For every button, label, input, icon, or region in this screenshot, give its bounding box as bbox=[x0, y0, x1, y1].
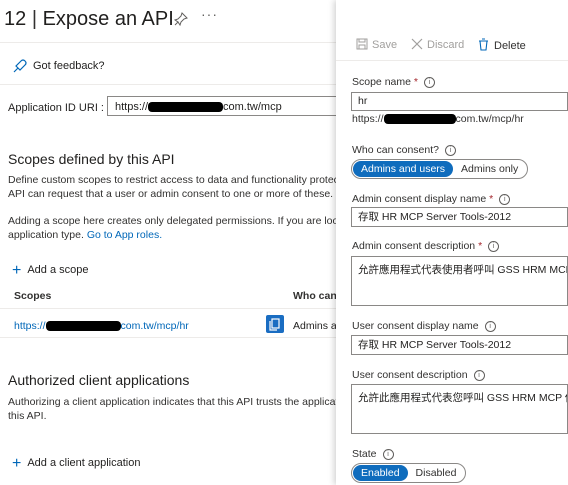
divider bbox=[0, 337, 336, 338]
title-text: Expose an API bbox=[42, 8, 174, 30]
user-desc-label-text: User consent description bbox=[352, 369, 468, 381]
state-toggle[interactable]: Enabled Disabled bbox=[351, 463, 467, 483]
save-button[interactable]: Save bbox=[356, 38, 397, 51]
divider bbox=[0, 84, 336, 85]
copy-icon[interactable] bbox=[266, 315, 284, 333]
discard-button[interactable]: Discard bbox=[411, 38, 464, 51]
option-enabled[interactable]: Enabled bbox=[353, 465, 408, 481]
redacted-block bbox=[45, 321, 121, 332]
scopes-desc-line1: Define custom scopes to restrict access … bbox=[8, 174, 342, 186]
scope-name-label-text: Scope name bbox=[352, 76, 411, 88]
option-disabled[interactable]: Disabled bbox=[408, 465, 465, 481]
more-options-icon[interactable]: ··· bbox=[201, 6, 218, 22]
pin-icon[interactable] bbox=[173, 12, 188, 27]
info-icon[interactable]: i bbox=[444, 145, 456, 156]
info-icon[interactable]: i bbox=[488, 241, 500, 252]
required-marker: * bbox=[478, 240, 483, 252]
option-admins-only[interactable]: Admins only bbox=[453, 161, 526, 177]
delete-label: Delete bbox=[494, 40, 526, 52]
required-marker: * bbox=[413, 76, 418, 88]
add-client-label: Add a client application bbox=[27, 457, 141, 469]
plus-icon: + bbox=[12, 455, 22, 472]
info-icon[interactable]: i bbox=[423, 77, 435, 88]
scope-url-suffix: com.tw/mcp/hr bbox=[455, 113, 524, 125]
divider bbox=[336, 60, 568, 61]
feedback-link[interactable]: Got feedback? bbox=[33, 60, 105, 72]
info-icon[interactable]: i bbox=[382, 449, 394, 460]
delete-button[interactable]: Delete bbox=[478, 38, 526, 52]
add-scope-label: Add a scope bbox=[27, 264, 89, 276]
feedback-icon[interactable] bbox=[12, 58, 28, 74]
plus-icon: + bbox=[12, 262, 22, 279]
scopes-heading: Scopes defined by this API bbox=[8, 151, 175, 167]
who-consent-toggle[interactable]: Admins and users Admins only bbox=[351, 159, 529, 179]
user-desc-label: User consent description i bbox=[352, 369, 485, 381]
add-client-button[interactable]: + Add a client application bbox=[12, 455, 140, 473]
admin-display-label-text: Admin consent display name bbox=[352, 193, 487, 205]
scope-full-url: https:// com.tw/mcp/hr bbox=[352, 113, 524, 125]
page-title: 12 | Expose an API bbox=[4, 8, 174, 31]
clients-desc-line2: this API. bbox=[8, 410, 47, 422]
discard-label: Discard bbox=[427, 39, 465, 51]
who-consent-label-text: Who can consent? bbox=[352, 144, 439, 156]
save-icon bbox=[356, 38, 368, 50]
clients-desc-line1: Authorizing a client application indicat… bbox=[8, 396, 339, 408]
scope-url-prefix: https:// bbox=[352, 113, 384, 125]
admin-display-field[interactable]: 存取 HR MCP Server Tools-2012 bbox=[351, 207, 568, 227]
close-icon bbox=[411, 38, 423, 50]
col-who-header: Who can bbox=[293, 290, 337, 302]
info-icon[interactable]: i bbox=[499, 194, 511, 205]
scope-name-label: Scope name * i bbox=[352, 76, 435, 88]
who-cell: Admins a bbox=[293, 320, 337, 332]
clients-heading: Authorized client applications bbox=[8, 372, 190, 388]
app-id-prefix: https:// bbox=[115, 101, 149, 113]
save-label: Save bbox=[372, 39, 398, 51]
user-desc-field[interactable]: 允許此應用程式代表您呼叫 GSS HRM MCP 伺 bbox=[351, 384, 568, 434]
state-label: State i bbox=[352, 448, 394, 460]
admin-desc-field[interactable]: 允許應用程式代表使用者呼叫 GSS HRM MCP bbox=[351, 256, 568, 306]
user-display-field[interactable]: 存取 HR MCP Server Tools-2012 bbox=[351, 335, 568, 355]
redacted-block bbox=[148, 102, 224, 113]
redacted-block bbox=[383, 114, 456, 125]
scopes-desc-line2: API can request that a user or admin con… bbox=[8, 188, 334, 200]
title-separator: | bbox=[31, 8, 38, 30]
user-display-label: User consent display name i bbox=[352, 320, 496, 332]
info-icon[interactable]: i bbox=[473, 370, 485, 381]
scope-suffix: com.tw/mcp/hr bbox=[120, 320, 189, 332]
scope-prefix: https:// bbox=[14, 320, 46, 332]
scopes-note-line1: Adding a scope here creates only delegat… bbox=[8, 215, 344, 227]
app-id-suffix: com.tw/mcp bbox=[223, 101, 282, 113]
who-consent-label: Who can consent? i bbox=[352, 144, 456, 156]
state-label-text: State bbox=[352, 448, 377, 460]
required-marker: * bbox=[489, 193, 494, 205]
info-icon[interactable]: i bbox=[484, 321, 496, 332]
add-scope-button[interactable]: + Add a scope bbox=[12, 262, 89, 280]
note-text: application type. bbox=[8, 229, 84, 241]
user-display-label-text: User consent display name bbox=[352, 320, 479, 332]
title-prefix: 12 bbox=[4, 8, 27, 30]
option-admins-and-users[interactable]: Admins and users bbox=[353, 161, 454, 177]
col-scopes-header: Scopes bbox=[14, 290, 52, 302]
scope-row-link[interactable]: https:// com.tw/mcp/hr bbox=[14, 320, 189, 332]
app-roles-link[interactable]: Go to App roles. bbox=[87, 229, 162, 241]
app-id-label: Application ID URI : bbox=[8, 102, 104, 114]
admin-desc-label-text: Admin consent description bbox=[352, 240, 476, 252]
divider bbox=[0, 308, 336, 309]
app-id-field[interactable]: https:// com.tw/mcp bbox=[107, 96, 336, 116]
scope-name-field[interactable]: hr bbox=[351, 92, 568, 111]
admin-desc-label: Admin consent description * i bbox=[352, 240, 500, 252]
scopes-note-line2: application type. Go to App roles. bbox=[8, 229, 162, 242]
trash-icon bbox=[479, 38, 488, 51]
admin-display-label: Admin consent display name * i bbox=[352, 193, 511, 205]
divider bbox=[0, 42, 336, 43]
